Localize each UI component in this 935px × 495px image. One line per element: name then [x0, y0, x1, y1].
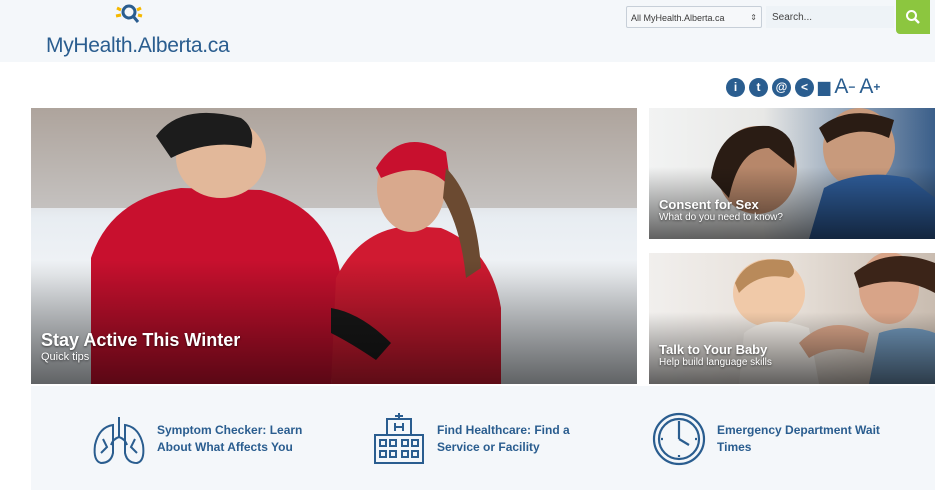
quick-link-text: Emergency Department Wait Times — [717, 423, 880, 454]
quick-link-text: Symptom Checker: Learn About What Affect… — [157, 423, 303, 454]
hero-title: Stay Active This Winter — [41, 330, 241, 350]
logo-text: MyHealth.Alberta.ca — [46, 34, 230, 57]
page-tools: i t @ < ▆ A − A + — [726, 74, 880, 100]
feature-card-baby[interactable]: Talk to Your Baby Help build language sk… — [649, 253, 935, 384]
decrease-text-button[interactable]: A − — [834, 75, 855, 98]
search-scope-value: All MyHealth.Alberta.ca — [631, 13, 725, 23]
card-caption: Consent for Sex What do you need to know… — [659, 197, 783, 223]
increase-text-icon: A — [859, 75, 874, 98]
select-caret-icon: ⇕ — [750, 13, 757, 22]
hero-subtitle: Quick tips — [41, 351, 90, 363]
card-subtitle: Help build language skills — [659, 357, 772, 368]
search-scope-select[interactable]: All MyHealth.Alberta.ca ⇕ — [626, 6, 762, 28]
quick-link-text: Find Healthcare: Find a Service or Facil… — [437, 423, 570, 454]
print-icon[interactable]: ▆ — [818, 78, 830, 97]
quick-links: Symptom Checker: Learn About What Affect… — [31, 386, 935, 490]
search-button[interactable] — [896, 0, 930, 34]
site-logo[interactable]: MyHealth.Alberta.ca — [46, 4, 246, 60]
card-title: Talk to Your Baby — [659, 342, 768, 357]
card-subtitle: What do you need to know? — [659, 212, 783, 223]
info-icon[interactable]: i — [726, 77, 745, 97]
share-icon[interactable]: < — [795, 77, 814, 97]
search-icon — [906, 10, 920, 24]
email-icon[interactable]: @ — [772, 77, 791, 97]
hero-caption: Stay Active This Winter Quick tips — [41, 330, 240, 363]
increase-text-button[interactable]: A + — [859, 75, 880, 98]
quick-link-find-healthcare[interactable]: Find Healthcare: Find a Service or Facil… — [369, 406, 607, 472]
twitter-icon[interactable]: t — [749, 77, 768, 97]
quick-link-symptom-checker[interactable]: Symptom Checker: Learn About What Affect… — [89, 406, 327, 472]
hero-feature[interactable]: Stay Active This Winter Quick tips — [31, 108, 637, 384]
feature-card-consent[interactable]: Consent for Sex What do you need to know… — [649, 108, 935, 239]
hospital-icon — [374, 413, 424, 464]
lungs-icon — [93, 417, 145, 465]
card-caption: Talk to Your Baby Help build language sk… — [659, 342, 772, 368]
search-bar: All MyHealth.Alberta.ca ⇕ — [626, 0, 930, 34]
decrease-text-icon: A — [834, 75, 849, 98]
clock-icon — [652, 412, 706, 466]
quick-link-emergency-wait[interactable]: Emergency Department Wait Times — [649, 406, 887, 472]
site-header: MyHealth.Alberta.ca All MyHealth.Alberta… — [0, 0, 935, 62]
logo-mark-icon — [115, 4, 143, 23]
card-title: Consent for Sex — [659, 197, 759, 212]
search-input[interactable] — [766, 6, 894, 28]
